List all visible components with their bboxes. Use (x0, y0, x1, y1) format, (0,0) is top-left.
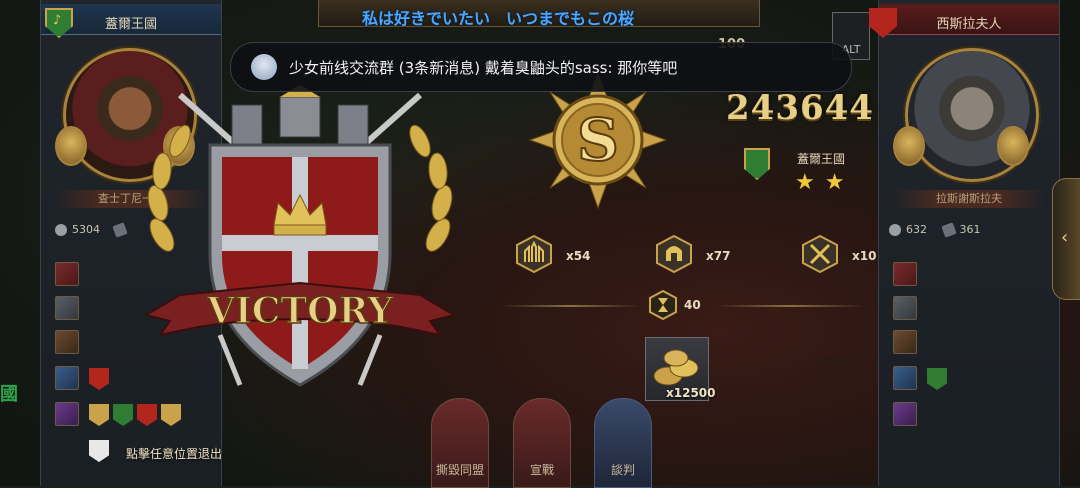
hourglass-value: 40 (684, 298, 701, 312)
chess-slot-icon[interactable] (55, 330, 79, 354)
break-alliance-button[interactable]: 撕毀同盟 (431, 398, 489, 488)
svg-text:S: S (577, 106, 619, 174)
victory-emblem: VICTORY (143, 85, 457, 387)
declare-war-button[interactable]: 宣戰 (513, 398, 571, 488)
notification-group: 少女前线交流群 (289, 59, 395, 77)
right-panel-header: 西斯拉夫人 (869, 4, 1059, 38)
divider-left (500, 305, 640, 307)
war-slot-icon[interactable] (893, 262, 917, 286)
lyric-overlay: 私は好きでいたい いつまでもこの桜 (362, 9, 635, 28)
right-ruler-name: 拉斯謝斯拉夫 (893, 190, 1045, 208)
notification-message: 戴着臭鼬头的sass: 那你等吧 (484, 59, 678, 77)
break-alliance-label: 撕毀同盟 (435, 463, 484, 477)
ally-flag-icon (113, 404, 133, 426)
pawn-icon (55, 126, 87, 166)
dove-slot-icon[interactable] (893, 296, 917, 320)
divider-right (715, 305, 865, 307)
ally-flag-icon (89, 440, 109, 462)
right-stat-value-b: 361 (959, 223, 981, 236)
right-nation-title: 西斯拉夫人 (936, 17, 1002, 32)
avatar (251, 54, 277, 80)
hourglass-icon (649, 290, 677, 320)
right-stat-value-a: 632 (906, 223, 927, 236)
map-label-left: 國 (0, 384, 18, 405)
left-panel-header: ♪ 蓋爾王國 (41, 4, 221, 38)
score-value: 243644 (726, 88, 874, 128)
coin-icon (889, 224, 901, 236)
handshake-slot-icon[interactable] (893, 366, 917, 390)
right-nation-panel: 西斯拉夫人 拉斯謝斯拉夫 632 361 (869, 0, 1060, 486)
victory-title: VICTORY (206, 290, 394, 332)
alliance-slot-icon[interactable] (893, 402, 917, 426)
pawn-icon (893, 126, 925, 166)
notification-text: 少女前线交流群 (3条新消息) 戴着臭鼬头的sass: 那你等吧 (289, 57, 677, 78)
ally-flag-icon (89, 368, 109, 390)
crown-icon (997, 126, 1029, 166)
ally-flag-icon (137, 404, 157, 426)
castle-icon (516, 235, 552, 273)
gold-reward-amount: x12500 (666, 386, 716, 400)
ally-flag-icon (161, 404, 181, 426)
dove-slot-icon[interactable] (55, 296, 79, 320)
chat-notification[interactable]: 少女前线交流群 (3条新消息) 戴着臭鼬头的sass: 那你等吧 (230, 42, 852, 92)
declare-war-label: 宣戰 (529, 463, 554, 477)
left-stat: 5304 (55, 222, 131, 238)
side-drawer-handle[interactable]: ‹ (1052, 178, 1080, 300)
chevron-left-icon: ‹ (1061, 227, 1069, 248)
swords-icon (802, 235, 838, 273)
right-stat: 632 361 (889, 222, 981, 238)
exit-hint: 點擊任意位置退出 (126, 447, 223, 461)
chess-slot-icon[interactable] (893, 330, 917, 354)
ally-flag-icon (927, 368, 947, 390)
scroll-icon (111, 222, 128, 238)
helmet-count: x77 (706, 249, 731, 263)
castle-count: x54 (566, 249, 591, 263)
scroll-icon (940, 222, 957, 238)
left-nation-title: 蓋爾王國 (104, 17, 157, 32)
coin-icon (55, 224, 67, 236)
handshake-slot-icon[interactable] (55, 366, 79, 390)
swords-count: x10 (852, 249, 877, 263)
alliance-slot-icon[interactable] (55, 402, 79, 426)
winning-country: 蓋爾王國 (797, 152, 846, 166)
notification-unread: (3条新消息) (398, 59, 481, 77)
negotiate-label: 談判 (610, 463, 635, 477)
rating-stars: ★★ (795, 170, 855, 195)
negotiate-button[interactable]: 談判 (594, 398, 652, 488)
left-stat-value: 5304 (72, 223, 100, 236)
war-slot-icon[interactable] (55, 262, 79, 286)
helmet-icon (656, 235, 692, 273)
map-label-right: 西斯 (818, 356, 854, 377)
ally-flag-icon (89, 404, 109, 426)
